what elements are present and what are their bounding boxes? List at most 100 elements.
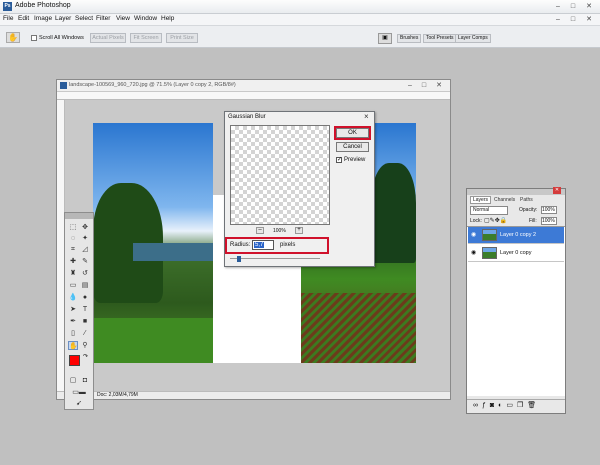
crop-tool-icon[interactable]: ⌗ — [68, 245, 78, 254]
fill-input[interactable]: 100% — [541, 217, 557, 225]
healing-brush-tool-icon[interactable]: ✚ — [68, 257, 78, 266]
dodge-tool-icon[interactable]: ● — [80, 293, 90, 302]
shape-tool-icon[interactable]: ■ — [80, 317, 90, 326]
minimize-window-button[interactable]: – — [553, 2, 563, 11]
type-tool-icon[interactable]: T — [80, 305, 90, 314]
zoom-in-button[interactable]: + — [295, 227, 303, 234]
tab-layers[interactable]: Layers — [470, 196, 492, 204]
menu-view[interactable]: View — [116, 15, 130, 22]
clone-stamp-tool-icon[interactable]: ♜ — [68, 269, 78, 278]
move-tool-icon[interactable]: ✥ — [80, 223, 90, 232]
cancel-button[interactable]: Cancel — [336, 142, 369, 152]
maximize-window-button[interactable]: □ — [568, 2, 578, 11]
tab-tool-presets[interactable]: Tool Presets — [423, 34, 457, 43]
tools-panel-grip[interactable] — [65, 213, 93, 219]
menu-help[interactable]: Help — [161, 15, 174, 22]
notes-tool-icon[interactable]: ▯ — [68, 329, 78, 338]
layer-mask-icon[interactable]: ◙ — [490, 402, 498, 409]
layers-panel-footer: ∞ƒ◙◐▭❐🗑 — [467, 399, 565, 412]
hand-tool-preset-icon[interactable]: ✋ — [6, 32, 20, 43]
menu-filter[interactable]: Filter — [96, 15, 110, 22]
zoom-out-button[interactable]: – — [256, 227, 264, 234]
link-layers-icon[interactable]: ∞ — [473, 402, 482, 409]
layers-panel-grip[interactable]: ✕ — [467, 187, 565, 195]
doc-minimize-button[interactable]: – — [553, 15, 563, 24]
brush-tool-icon[interactable]: ✎ — [80, 257, 90, 266]
doc-close-button[interactable]: ✕ — [584, 15, 594, 24]
zoom-tool-icon[interactable]: ⚲ — [80, 341, 90, 350]
layer-style-icon[interactable]: ƒ — [482, 402, 490, 409]
document-icon — [60, 82, 67, 89]
tools-panel: ⬚ ✥ ◌ ✦ ⌗ ◿ ✚ ✎ ♜ ↺ ▭ ▤ 💧 ● ➤ T ✒ ■ ▯ ⁄ … — [64, 212, 94, 410]
lake-shape — [133, 243, 213, 261]
menu-file[interactable]: File — [3, 15, 13, 22]
menu-image[interactable]: Image — [34, 15, 52, 22]
grass-shape — [93, 318, 213, 363]
blend-mode-select[interactable]: Normal — [470, 206, 508, 215]
new-group-icon[interactable]: ▭ — [506, 402, 517, 409]
radius-slider-track[interactable] — [230, 258, 320, 259]
layer-name: Layer 0 copy — [500, 250, 532, 256]
radius-value: 5,7 — [254, 242, 265, 248]
fit-screen-button[interactable]: Fit Screen — [130, 33, 162, 43]
new-layer-icon[interactable]: ❐ — [517, 402, 527, 409]
close-window-button[interactable]: ✕ — [584, 2, 594, 11]
radius-input[interactable]: 5,7 — [252, 240, 274, 250]
flowers-shape — [301, 293, 416, 363]
delete-layer-icon[interactable]: 🗑 — [527, 402, 540, 409]
eye-icon[interactable]: ◉ — [471, 231, 476, 238]
blur-preview[interactable] — [230, 125, 330, 225]
menu-select[interactable]: Select — [75, 15, 93, 22]
eye-icon[interactable]: ◉ — [471, 249, 476, 256]
doc-restore-button[interactable]: □ — [568, 15, 578, 24]
close-icon[interactable]: × — [364, 112, 369, 121]
document-maximize-button[interactable]: □ — [419, 81, 429, 90]
marquee-tool-icon[interactable]: ⬚ — [68, 223, 78, 232]
swap-colors-icon[interactable]: ↷ — [83, 353, 88, 360]
foreground-color-swatch[interactable] — [69, 355, 80, 366]
menu-layer[interactable]: Layer — [55, 15, 71, 22]
standard-mode-icon[interactable]: ▢ — [68, 376, 78, 385]
document-minimize-button[interactable]: – — [405, 81, 415, 90]
slice-tool-icon[interactable]: ◿ — [80, 245, 90, 254]
actual-pixels-button[interactable]: Actual Pixels — [90, 33, 126, 43]
layers-list: ◉ Layer 0 copy 2 ◉ Layer 0 copy — [467, 226, 565, 396]
dialog-title: Gaussian Blur — [228, 114, 266, 120]
radius-slider-handle[interactable] — [237, 256, 241, 262]
opacity-input[interactable]: 100% — [541, 206, 557, 214]
screen-mode-icon[interactable]: ▭▬ — [68, 388, 90, 397]
options-bar: ✋ Scroll All Windows Actual Pixels Fit S… — [0, 26, 600, 48]
eyedropper-tool-icon[interactable]: ⁄ — [80, 329, 90, 338]
history-brush-tool-icon[interactable]: ↺ — [80, 269, 90, 278]
lock-icons[interactable]: ▢✎✥🔒 — [484, 217, 507, 224]
magic-wand-tool-icon[interactable]: ✦ — [80, 234, 90, 243]
preview-label: Preview — [344, 157, 366, 163]
tab-layer-comps[interactable]: Layer Comps — [455, 34, 491, 43]
blur-tool-icon[interactable]: 💧 — [68, 293, 78, 302]
lasso-tool-icon[interactable]: ◌ — [68, 234, 78, 243]
layer-row[interactable]: ◉ Layer 0 copy — [468, 245, 564, 262]
opacity-label: Opacity: — [519, 207, 538, 213]
panel-well-icon[interactable]: ▣ — [378, 33, 392, 44]
pen-tool-icon[interactable]: ✒ — [68, 317, 78, 326]
tab-brushes[interactable]: Brushes — [397, 34, 422, 43]
jump-to-imageready-icon[interactable]: ➹ — [68, 399, 90, 408]
layer-thumbnail — [482, 247, 497, 259]
hand-tool-icon[interactable]: ✋ — [68, 341, 78, 350]
scroll-all-windows-checkbox[interactable] — [31, 35, 37, 41]
document-title-bar[interactable]: landscape-100569_960_720.jpg @ 71.5% (La… — [57, 80, 450, 92]
preview-checkbox[interactable]: ✓ — [336, 157, 342, 163]
quick-mask-mode-icon[interactable]: ◘ — [80, 376, 90, 385]
tab-channels[interactable]: Channels — [494, 197, 515, 203]
close-icon[interactable]: ✕ — [553, 187, 561, 194]
layer-row[interactable]: ◉ Layer 0 copy 2 — [468, 227, 564, 244]
menu-edit[interactable]: Edit — [18, 15, 29, 22]
tab-paths[interactable]: Paths — [520, 197, 533, 203]
menu-window[interactable]: Window — [134, 15, 157, 22]
print-size-button[interactable]: Print Size — [166, 33, 198, 43]
document-close-button[interactable]: ✕ — [434, 81, 444, 90]
path-selection-tool-icon[interactable]: ➤ — [68, 305, 78, 314]
ok-button[interactable]: OK — [336, 128, 369, 138]
gradient-tool-icon[interactable]: ▤ — [80, 281, 90, 290]
eraser-tool-icon[interactable]: ▭ — [68, 281, 78, 290]
